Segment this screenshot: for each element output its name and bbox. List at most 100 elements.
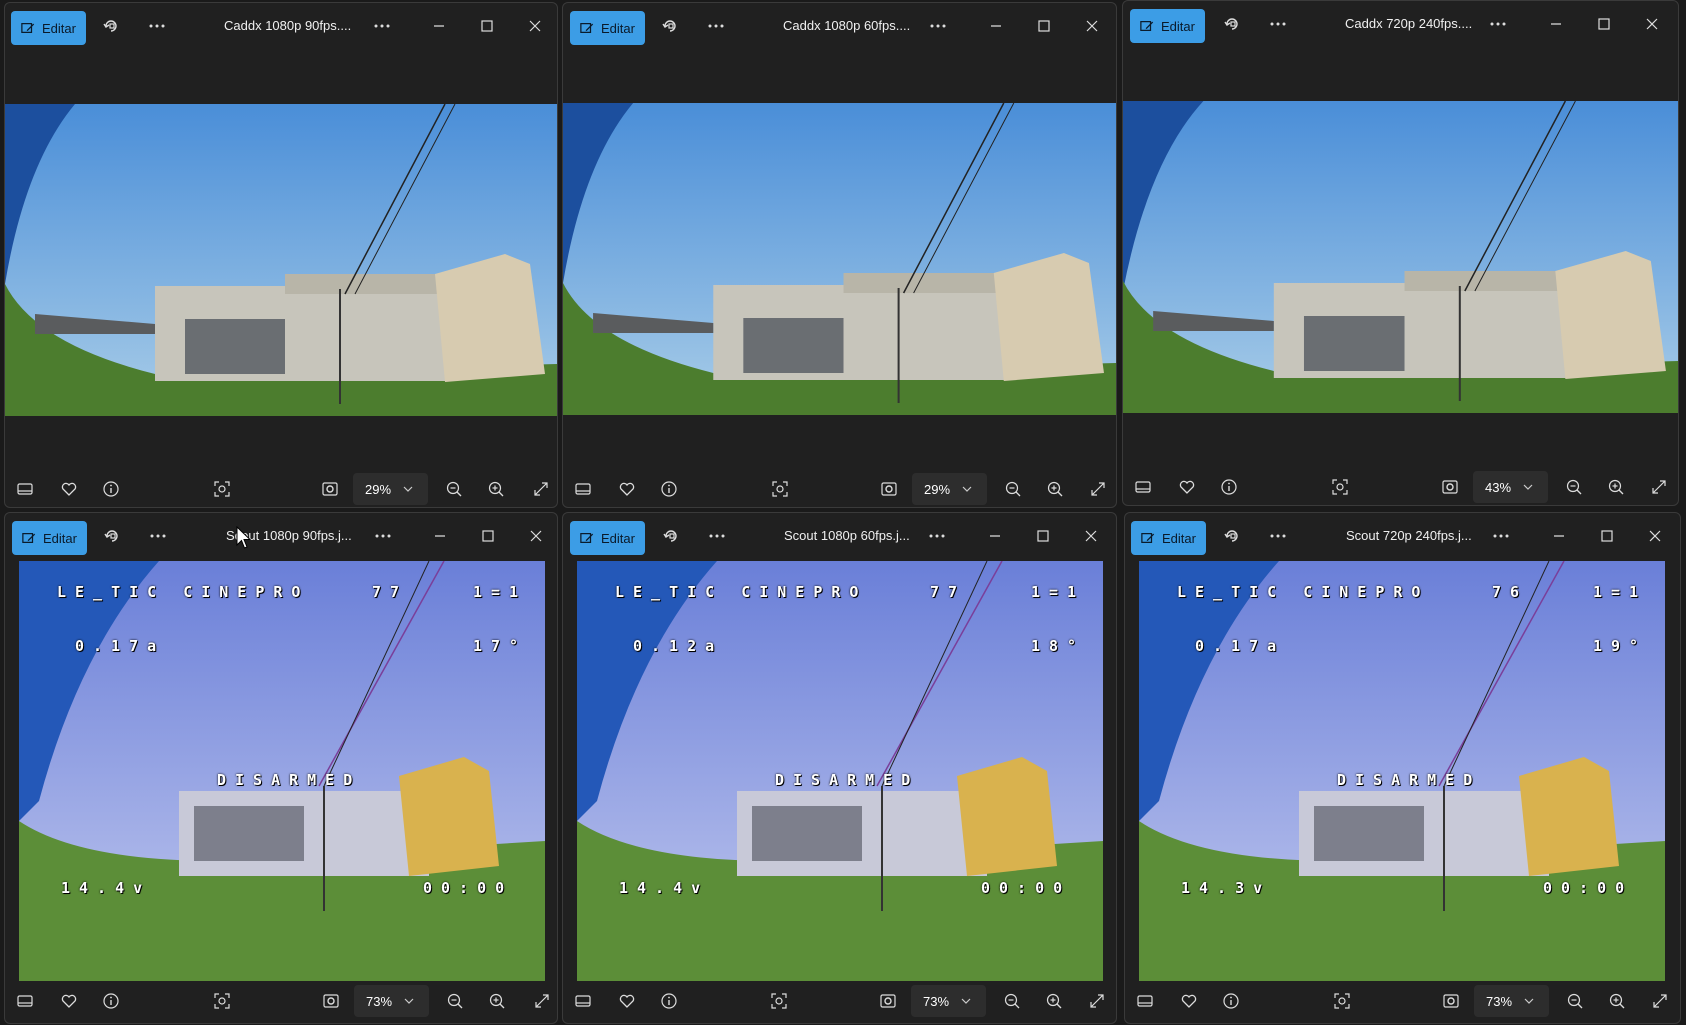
close-icon[interactable] [526, 17, 544, 35]
close-icon[interactable] [1646, 527, 1664, 545]
zoom-out-icon[interactable] [445, 991, 465, 1011]
heart-icon[interactable] [617, 991, 637, 1011]
fullscreen-icon[interactable] [1649, 477, 1669, 497]
zoom-out-icon[interactable] [444, 479, 464, 499]
maximize-icon[interactable] [1595, 15, 1613, 33]
zoom-level-dropdown[interactable]: 73% [1474, 985, 1549, 1017]
maximize-icon[interactable] [1035, 17, 1053, 35]
filmstrip-icon[interactable] [1135, 991, 1155, 1011]
window-title: Caddx 1080p 60fps.... [783, 18, 911, 33]
zoom-level-dropdown[interactable]: 29% [353, 473, 428, 505]
edit-button[interactable]: Editar [570, 11, 645, 45]
zoom-level-dropdown[interactable]: 43% [1473, 471, 1548, 503]
zoom-in-icon[interactable] [1606, 477, 1626, 497]
more-icon[interactable] [1269, 527, 1287, 545]
filmstrip-icon[interactable] [573, 479, 593, 499]
title-bar: Editar Caddx 1080p 60fps.... [563, 3, 1116, 49]
filmstrip-icon[interactable] [15, 479, 35, 499]
fit-to-window-icon[interactable] [320, 479, 340, 499]
filmstrip-icon[interactable] [1133, 477, 1153, 497]
info-icon[interactable] [101, 991, 121, 1011]
heart-icon[interactable] [617, 479, 637, 499]
more-icon[interactable] [374, 527, 392, 545]
heart-icon[interactable] [59, 479, 79, 499]
select-region-icon[interactable] [1332, 991, 1352, 1011]
close-icon[interactable] [527, 527, 545, 545]
maximize-icon[interactable] [478, 17, 496, 35]
close-icon[interactable] [1083, 17, 1101, 35]
fullscreen-icon[interactable] [1088, 479, 1108, 499]
info-icon[interactable] [659, 991, 679, 1011]
more-icon[interactable] [707, 17, 725, 35]
more-icon[interactable] [928, 527, 946, 545]
fit-to-window-icon[interactable] [878, 991, 898, 1011]
maximize-icon[interactable] [1034, 527, 1052, 545]
zoom-level-dropdown[interactable]: 73% [354, 985, 429, 1017]
zoom-level: 43% [1485, 479, 1512, 495]
rotate-icon[interactable] [1223, 527, 1241, 545]
select-region-icon[interactable] [1330, 477, 1350, 497]
edit-button[interactable]: Editar [12, 521, 87, 555]
bottom-toolbar: 29% [563, 469, 1116, 507]
heart-icon[interactable] [1177, 477, 1197, 497]
zoom-in-icon[interactable] [486, 479, 506, 499]
zoom-out-icon[interactable] [1564, 477, 1584, 497]
info-icon[interactable] [101, 479, 121, 499]
rotate-icon[interactable] [102, 17, 120, 35]
close-icon[interactable] [1082, 527, 1100, 545]
select-region-icon[interactable] [212, 991, 232, 1011]
more-icon[interactable] [1492, 527, 1510, 545]
fit-to-window-icon[interactable] [1441, 991, 1461, 1011]
zoom-in-icon[interactable] [1044, 991, 1064, 1011]
select-region-icon[interactable] [212, 479, 232, 499]
heart-icon[interactable] [59, 991, 79, 1011]
fullscreen-icon[interactable] [532, 991, 552, 1011]
more-icon[interactable] [149, 527, 167, 545]
fit-to-window-icon[interactable] [321, 991, 341, 1011]
edit-button[interactable]: Editar [1131, 521, 1206, 555]
close-icon[interactable] [1643, 15, 1661, 33]
zoom-out-icon[interactable] [1003, 479, 1023, 499]
zoom-in-icon[interactable] [1607, 991, 1627, 1011]
minimize-icon[interactable] [430, 17, 448, 35]
maximize-icon[interactable] [479, 527, 497, 545]
edit-button[interactable]: Editar [11, 11, 86, 45]
rotate-icon[interactable] [661, 17, 679, 35]
more-icon[interactable] [708, 527, 726, 545]
select-region-icon[interactable] [769, 991, 789, 1011]
filmstrip-icon[interactable] [573, 991, 593, 1011]
more-icon[interactable] [1269, 15, 1287, 33]
select-region-icon[interactable] [770, 479, 790, 499]
minimize-icon[interactable] [986, 527, 1004, 545]
more-icon[interactable] [1489, 15, 1507, 33]
minimize-icon[interactable] [987, 17, 1005, 35]
maximize-icon[interactable] [1598, 527, 1616, 545]
filmstrip-icon[interactable] [15, 991, 35, 1011]
more-icon[interactable] [148, 17, 166, 35]
zoom-out-icon[interactable] [1565, 991, 1585, 1011]
minimize-icon[interactable] [1547, 15, 1565, 33]
heart-icon[interactable] [1179, 991, 1199, 1011]
zoom-level-dropdown[interactable]: 73% [911, 985, 986, 1017]
minimize-icon[interactable] [431, 527, 449, 545]
rotate-icon[interactable] [103, 527, 121, 545]
edit-button[interactable]: Editar [1130, 9, 1205, 43]
info-icon[interactable] [1219, 477, 1239, 497]
info-icon[interactable] [1221, 991, 1241, 1011]
zoom-in-icon[interactable] [487, 991, 507, 1011]
zoom-level-dropdown[interactable]: 29% [912, 473, 987, 505]
more-icon[interactable] [929, 17, 947, 35]
info-icon[interactable] [659, 479, 679, 499]
rotate-icon[interactable] [662, 527, 680, 545]
fit-to-window-icon[interactable] [1440, 477, 1460, 497]
zoom-in-icon[interactable] [1045, 479, 1065, 499]
fullscreen-icon[interactable] [1650, 991, 1670, 1011]
more-icon[interactable] [373, 17, 391, 35]
edit-button[interactable]: Editar [570, 521, 645, 555]
fit-to-window-icon[interactable] [879, 479, 899, 499]
fullscreen-icon[interactable] [531, 479, 551, 499]
fullscreen-icon[interactable] [1087, 991, 1107, 1011]
rotate-icon[interactable] [1223, 15, 1241, 33]
zoom-out-icon[interactable] [1002, 991, 1022, 1011]
minimize-icon[interactable] [1550, 527, 1568, 545]
